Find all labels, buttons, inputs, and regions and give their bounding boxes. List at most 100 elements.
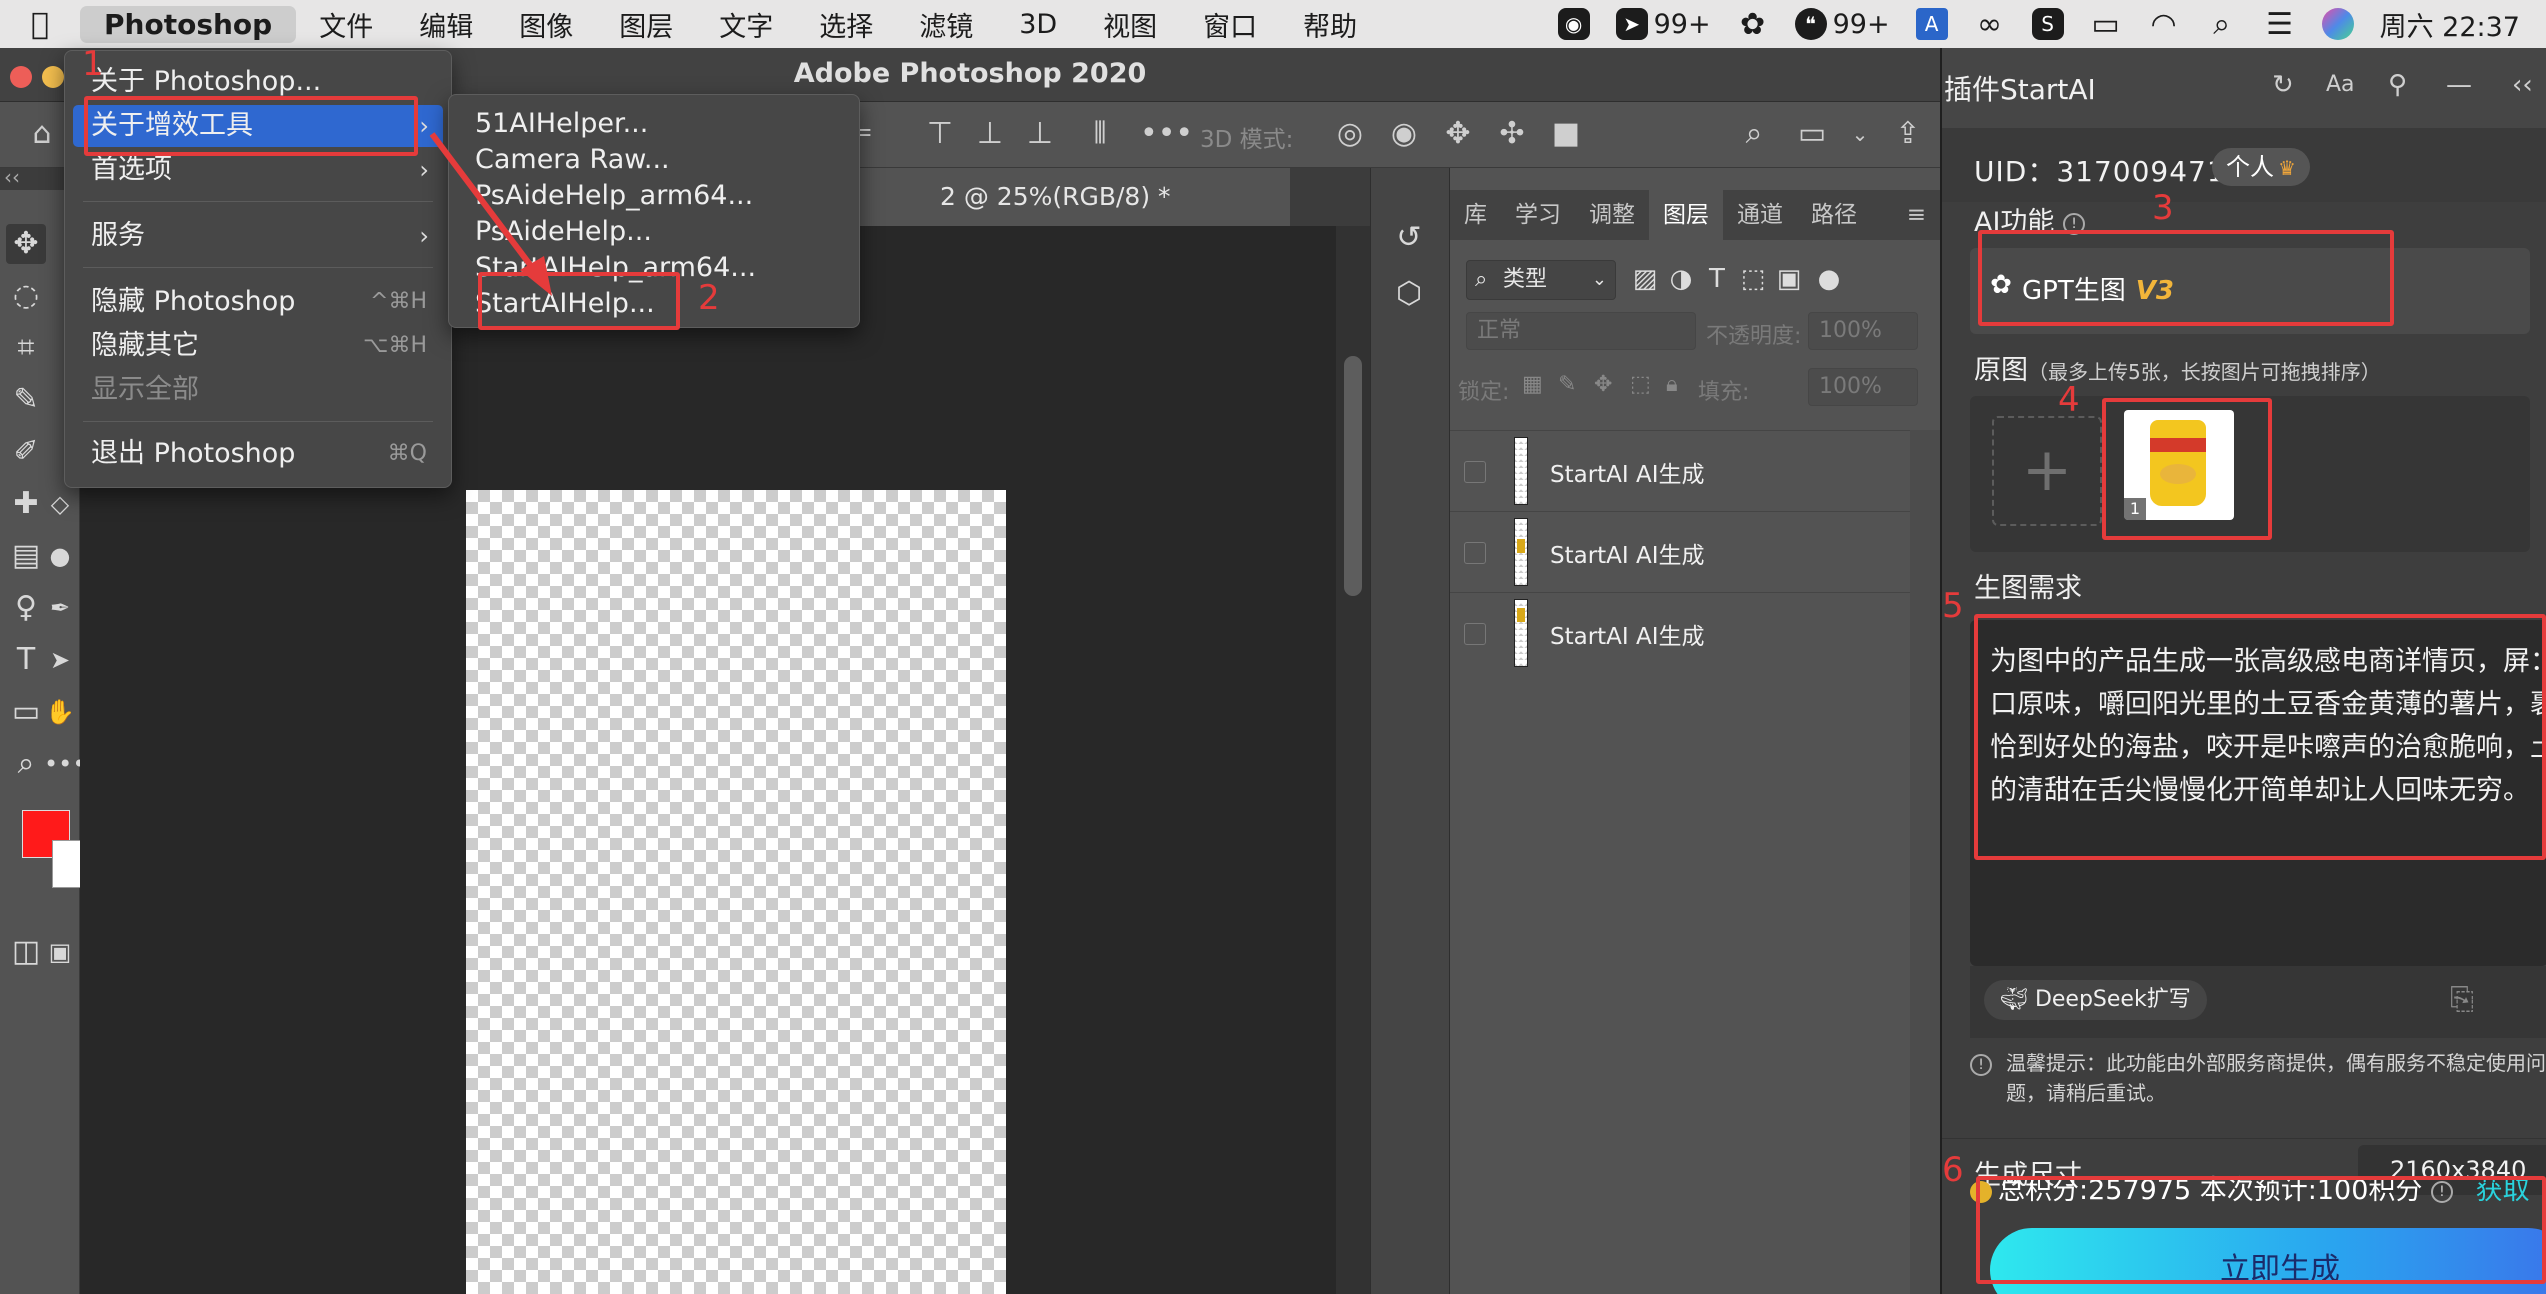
share-icon[interactable]: ⇪ [1888, 114, 1928, 154]
refresh-icon[interactable]: ↻ [2272, 70, 2294, 100]
hand-tool-icon[interactable]: ✋ [44, 692, 76, 732]
collapse-left-icon[interactable]: ‹‹ [4, 165, 20, 189]
clock[interactable]: 周六 22:37 [2380, 5, 2520, 44]
more-tools-icon[interactable]: ••• [44, 744, 86, 784]
zoom-tool-icon[interactable]: ⌕ [6, 744, 46, 784]
layer-visibility-toggle[interactable] [1464, 461, 1486, 483]
lock-pixels-icon[interactable]: ▦ [1522, 372, 1543, 397]
menu-show-all[interactable]: 显示全部 [73, 369, 443, 411]
blur-tool-icon[interactable]: ● [44, 536, 76, 576]
input-method-icon[interactable]: A [1915, 8, 1948, 40]
align-bottom-icon[interactable]: ⊥ [1020, 114, 1060, 154]
menu-hide-photoshop[interactable]: 隐藏 Photoshop ^⌘H [73, 281, 443, 323]
blend-mode-select[interactable]: 正常 [1466, 312, 1696, 350]
rectangle-tool-icon[interactable]: ▭ [6, 692, 46, 732]
menu-hide-others[interactable]: 隐藏其它 ⌥⌘H [73, 325, 443, 367]
layer-visibility-toggle[interactable] [1464, 623, 1486, 645]
canvas-scrollbar[interactable] [1336, 226, 1370, 1294]
menu-filter[interactable]: 滤镜 [896, 5, 996, 44]
menu-type[interactable]: 文字 [696, 5, 796, 44]
menu-file[interactable]: 文件 [296, 5, 396, 44]
dodge-tool-icon[interactable]: ♀ [6, 588, 46, 628]
tab-channels[interactable]: 通道 [1723, 190, 1797, 240]
menu-help[interactable]: 帮助 [1280, 5, 1380, 44]
deepseek-expand-button[interactable]: 🐳︎ DeepSeek扩写 [1984, 980, 2207, 1020]
fill-value[interactable]: 100% [1808, 368, 1918, 406]
path-select-icon[interactable]: ➤ [44, 640, 76, 680]
align-top-icon[interactable]: ⊤ [920, 114, 960, 154]
menu-3d[interactable]: 3D [996, 9, 1080, 40]
type-tool-icon[interactable]: T [6, 640, 46, 680]
control-center-icon[interactable]: ☰ [2264, 7, 2296, 42]
3d-roll-icon[interactable]: ◉ [1384, 114, 1424, 154]
filter-shape-icon[interactable]: ⬚ [1738, 264, 1768, 294]
filter-smart-icon[interactable]: ▣ [1774, 264, 1804, 294]
3d-orbit-icon[interactable]: ◎ [1330, 114, 1370, 154]
lock-artboard-icon[interactable]: ⬚ [1630, 372, 1651, 397]
pin-icon[interactable]: ⚲ [2388, 70, 2407, 100]
distribute-icon[interactable]: ⫴ [1080, 114, 1120, 154]
s-app-icon[interactable]: S [2031, 8, 2064, 40]
crop-tool-icon[interactable]: ⌗ [6, 328, 46, 368]
layer-row[interactable]: StartAI AI生成 [1450, 430, 1910, 510]
chevron-down-icon[interactable]: ⌄ [1840, 114, 1880, 154]
scroll-thumb[interactable] [1344, 356, 1362, 596]
transparent-canvas[interactable] [466, 490, 1006, 1294]
search-icon-ps[interactable]: ⌕ [1734, 114, 1774, 154]
siri-icon[interactable] [2321, 8, 2354, 40]
tab-adjustments[interactable]: 调整 [1575, 190, 1649, 240]
screen-record-icon[interactable]: ◉ [1557, 8, 1590, 40]
minimize-icon[interactable]: — [2446, 70, 2472, 100]
menu-layer[interactable]: 图层 [596, 5, 696, 44]
filter-pixel-icon[interactable]: ▨ [1630, 264, 1660, 294]
eraser-tool-icon[interactable]: ◇ [44, 484, 76, 524]
font-size-button[interactable]: Aa [2326, 72, 2355, 97]
lock-move-icon[interactable]: ✥ [1594, 372, 1612, 397]
menu-view[interactable]: 视图 [1080, 5, 1180, 44]
3d-drag-icon[interactable]: ✥ [1438, 114, 1478, 154]
lasso-tool-icon[interactable]: ◌ [6, 276, 46, 316]
add-image-button[interactable]: + [1992, 416, 2102, 526]
menu-image[interactable]: 图像 [496, 5, 596, 44]
layer-filter-select[interactable]: ⌕ 类型 ⌄ [1466, 260, 1616, 300]
layers-scrollbar[interactable] [1910, 430, 1940, 1294]
tab-paths[interactable]: 路径 [1797, 190, 1871, 240]
filter-toggle[interactable]: ● [1814, 264, 1844, 294]
lock-paint-icon[interactable]: ✎ [1558, 372, 1576, 397]
menu-services[interactable]: 服务 › [73, 215, 443, 257]
brush-tool-icon[interactable]: ✐ [6, 432, 46, 472]
apple-icon[interactable]:  [0, 7, 80, 42]
move-tool-icon[interactable]: ✥ [6, 224, 46, 264]
quick-mask-icon[interactable]: ◫ [6, 932, 46, 972]
history-icon[interactable]: ↺ [1389, 218, 1429, 258]
screen-mode-icon[interactable]: ▣ [44, 932, 76, 972]
menu-window[interactable]: 窗口 [1180, 5, 1280, 44]
healing-tool-icon[interactable]: ✚ [6, 484, 46, 524]
layer-visibility-toggle[interactable] [1464, 542, 1486, 564]
more-options-icon[interactable]: ••• [1140, 114, 1193, 154]
tab-library[interactable]: 库 [1450, 190, 1501, 240]
menu-quit-photoshop[interactable]: 退出 Photoshop ⌘Q [73, 433, 443, 475]
wechat-icon[interactable]: ❝ [1794, 8, 1827, 40]
account-badge[interactable]: 个人 ♛ [2212, 148, 2310, 186]
filter-type-icon[interactable]: T [1702, 264, 1732, 294]
tab-learn[interactable]: 学习 [1501, 190, 1575, 240]
tab-layers[interactable]: 图层 [1649, 190, 1723, 240]
menu-edit[interactable]: 编辑 [396, 5, 496, 44]
3d-panel-icon[interactable]: ⬡ [1389, 274, 1429, 314]
creative-cloud-icon[interactable]: ∞ [1974, 7, 2006, 42]
gradient-tool-icon[interactable]: ▤ [6, 536, 46, 576]
feishu-icon[interactable]: ➤ [1615, 8, 1648, 40]
3d-camera-icon[interactable]: ■ [1546, 114, 1586, 154]
pen-tool-icon[interactable]: ✒ [44, 588, 76, 628]
leaf-app-icon[interactable]: ✿ [1737, 7, 1769, 42]
prompt-history-icon[interactable]: ⎘ [2450, 982, 2474, 1017]
panel-menu-icon[interactable]: ≡ [1893, 190, 1940, 240]
wifi-icon[interactable]: ◠ [2148, 7, 2180, 42]
collapse-icon[interactable]: ‹‹ [2512, 70, 2533, 100]
menu-photoshop[interactable]: Photoshop [80, 5, 297, 43]
document-tab[interactable]: 2 @ 25%(RGB/8) * [840, 168, 1290, 226]
filter-adjust-icon[interactable]: ◑ [1666, 264, 1696, 294]
home-icon[interactable]: ⌂ [22, 114, 62, 154]
layer-row[interactable]: StartAI AI生成 [1450, 592, 1910, 672]
